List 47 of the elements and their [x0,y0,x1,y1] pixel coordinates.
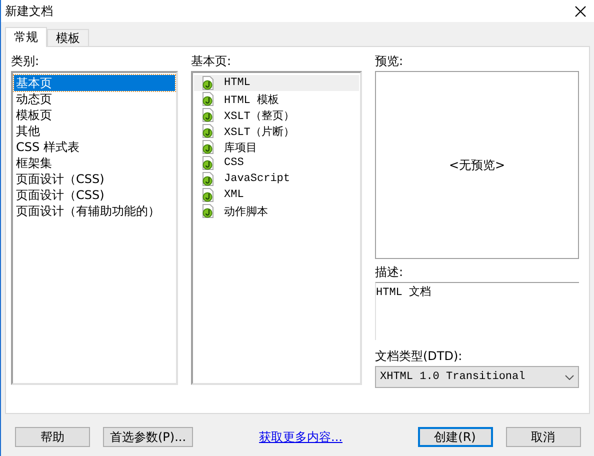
category-item[interactable]: 页面设计（CSS) [14,187,175,203]
create-button[interactable]: 创建(R) [418,427,492,447]
page-type-item[interactable]: XML [194,187,359,203]
category-item[interactable]: 其他 [14,123,175,139]
category-item[interactable]: CSS 样式表 [14,139,175,155]
document-icon [202,76,214,90]
page-type-item[interactable]: 动作脚本 [194,203,359,219]
tab[interactable]: 模板 [47,29,89,46]
dialog-button[interactable]: 帮助 [15,427,90,447]
category-item[interactable]: 页面设计（CSS) [14,171,175,187]
category-item[interactable]: 框架集 [14,155,175,171]
category-item[interactable]: 动态页 [14,91,175,107]
page-type-item[interactable]: XSLT（整页） [194,107,359,123]
page-type-label: 基本页: [191,54,232,68]
document-icon [202,108,214,122]
category-item[interactable]: 页面设计（有辅助功能的） [14,203,175,219]
document-icon [202,204,214,218]
document-icon [202,188,214,202]
document-icon [202,140,214,154]
category-list[interactable]: 基本页 动态页 模板页 其他 CSS 样式表 框架集 页面设计（CSS) 页面设计（CSS) 页面设计（有辅助功能的） [11,71,178,385]
page-type-list[interactable]: HTML HTML 模板 XSLT（整页） XSLT（片断） 库项目 CSS JavaScript XML 动作脚本 [191,71,362,385]
more-content-link[interactable]: 获取更多内容... [259,430,342,444]
document-icon [202,124,214,138]
category-item[interactable]: 基本页 [14,75,175,91]
dialog-button[interactable]: 首选参数(P)... [103,427,194,447]
document-icon [202,92,214,106]
page-type-item[interactable]: 库项目 [194,139,359,155]
tab[interactable]: 常规 [5,27,47,47]
dialog-button[interactable]: 取消 [506,427,580,447]
page-type-item[interactable]: CSS [194,155,359,171]
page-type-item[interactable]: JavaScript [194,171,359,187]
close-icon[interactable] [575,6,586,16]
preview-text: <无预览> [448,156,506,174]
document-icon [202,172,214,186]
document-icon [202,156,214,170]
page-type-item[interactable]: HTML [194,75,359,91]
doctype-label: 文档类型(DTD): [375,349,464,363]
page-type-item[interactable]: XSLT（片断） [194,123,359,139]
page-type-item[interactable]: HTML 模板 [194,91,359,107]
category-label: 类别: [11,54,40,68]
category-item[interactable]: 模板页 [14,107,175,123]
doctype-dropdown[interactable]: XHTML 1.0 Transitional [375,366,579,388]
window-title: 新建文档 [5,2,53,20]
preview-label: 预览: [375,54,404,68]
description-field: HTML 文档 [375,282,579,340]
description-label: 描述: [375,265,404,279]
chevron-icon [565,374,574,380]
